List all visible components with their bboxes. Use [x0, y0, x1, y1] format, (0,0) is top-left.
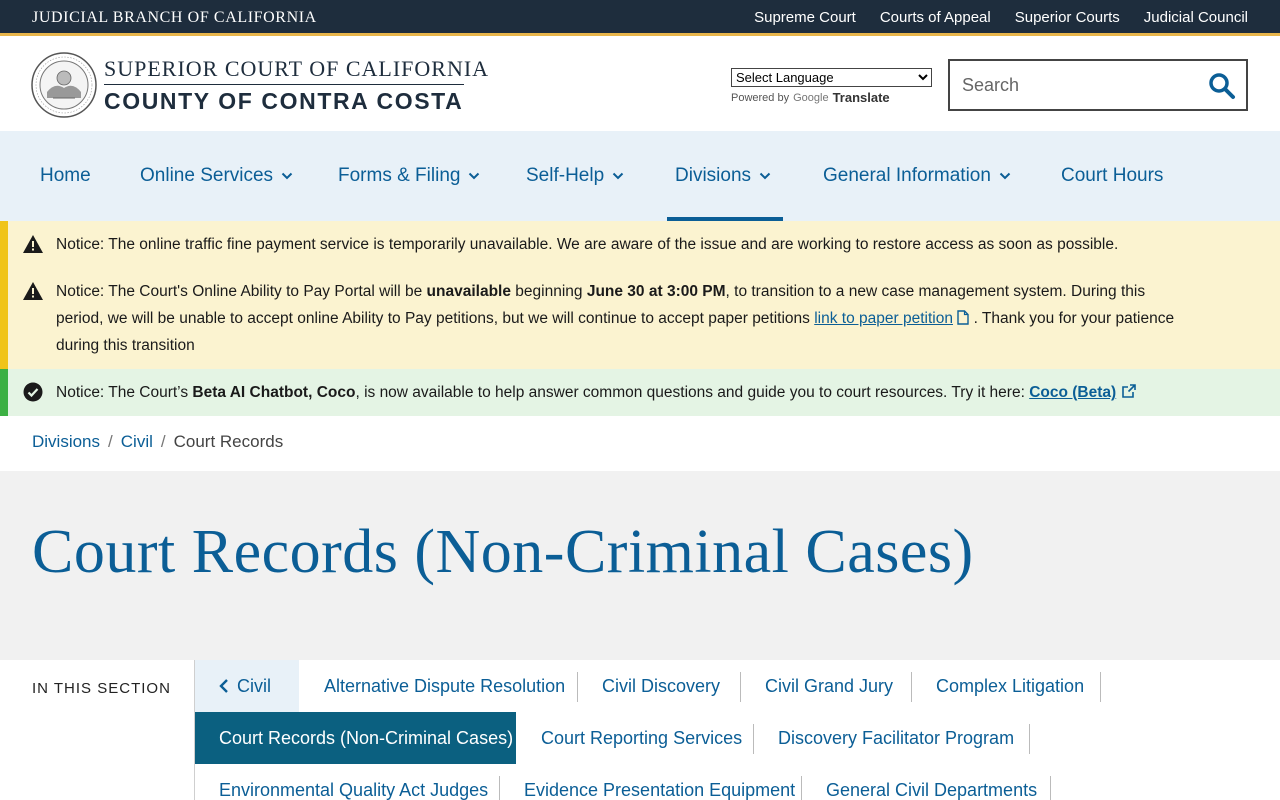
- search-input[interactable]: [962, 73, 1202, 97]
- language-select[interactable]: Select Language: [731, 68, 932, 87]
- top-links: Supreme Court Courts of Appeal Superior …: [754, 9, 1248, 26]
- nav-item-forms-filing[interactable]: Forms & Filing: [338, 131, 480, 221]
- breadcrumb: Divisions / Civil / Court Records: [32, 432, 283, 452]
- judicial-branch-brand: JUDICIAL BRANCH OF CALIFORNIA: [32, 9, 317, 26]
- search-icon[interactable]: [1208, 72, 1236, 100]
- section-link-evidence-presentation[interactable]: Evidence Presentation Equipment: [500, 764, 802, 800]
- court-seal-logo[interactable]: [31, 52, 97, 118]
- breadcrumb-separator: /: [160, 432, 166, 451]
- notice-text: Notice: The Court's Online Ability to Pa…: [56, 283, 1175, 354]
- court-title-line2: COUNTY OF CONTRA COSTA: [104, 88, 464, 114]
- section-back-civil[interactable]: Civil: [195, 660, 299, 712]
- language-selector: Select Language Powered by Google Transl…: [731, 68, 932, 105]
- site-header: SUPERIOR COURT OF CALIFORNIA COUNTY OF C…: [0, 39, 1280, 131]
- in-this-section-label: IN THIS SECTION: [32, 680, 171, 697]
- translate-link[interactable]: Translate: [833, 90, 890, 105]
- court-title-line1: SUPERIOR COURT OF CALIFORNIA: [104, 56, 490, 81]
- notice-ability-to-pay: Notice: The Court's Online Ability to Pa…: [0, 268, 1280, 369]
- nav-item-court-hours[interactable]: Court Hours: [1061, 131, 1163, 221]
- section-link-civil-discovery[interactable]: Civil Discovery: [578, 660, 741, 712]
- warning-icon: [23, 282, 43, 300]
- nav-item-divisions[interactable]: Divisions: [675, 131, 771, 221]
- nav-item-self-help[interactable]: Self-Help: [526, 131, 624, 221]
- breadcrumb-separator: /: [108, 432, 113, 451]
- section-link-general-civil[interactable]: General Civil Departments: [802, 764, 1051, 800]
- breadcrumb-divisions[interactable]: Divisions: [32, 432, 100, 452]
- top-link-judicial-council[interactable]: Judicial Council: [1144, 9, 1248, 26]
- notice-text: Notice: The online traffic fine payment …: [56, 236, 1119, 253]
- page-hero: Court Records (Non-Criminal Cases): [0, 471, 1280, 660]
- section-link-complex-litigation[interactable]: Complex Litigation: [912, 660, 1101, 712]
- section-link-court-records[interactable]: Court Records (Non-Criminal Cases): [195, 712, 516, 764]
- chevron-down-icon: [612, 172, 624, 180]
- notice-text: Notice: The Court’s Beta AI Chatbot, Coc…: [56, 379, 1196, 406]
- page-title: Court Records (Non-Criminal Cases): [32, 518, 974, 586]
- google-logo: Google: [793, 91, 829, 104]
- chevron-down-icon: [759, 172, 771, 180]
- title-rule: [104, 84, 464, 85]
- chevron-down-icon: [469, 172, 480, 180]
- notice-chatbot: Notice: The Court’s Beta AI Chatbot, Coc…: [0, 369, 1280, 416]
- nav-item-home[interactable]: Home: [40, 131, 91, 221]
- search-box: [948, 59, 1248, 111]
- top-utility-bar: JUDICIAL BRANCH OF CALIFORNIA Supreme Co…: [0, 0, 1280, 36]
- link-paper-petition[interactable]: link to paper petition: [814, 310, 953, 327]
- section-link-civil-grand-jury[interactable]: Civil Grand Jury: [741, 660, 912, 712]
- nav-item-general-information[interactable]: General Information: [823, 131, 1011, 221]
- chevron-down-icon: [281, 172, 293, 180]
- top-link-courts-of-appeal[interactable]: Courts of Appeal: [880, 9, 991, 26]
- warning-icon: [23, 235, 43, 253]
- section-link-court-reporting[interactable]: Court Reporting Services: [517, 712, 754, 764]
- powered-by-google: Powered by Google Translate: [731, 90, 890, 105]
- breadcrumb-current: Court Records: [173, 432, 284, 451]
- check-circle-icon: [23, 382, 43, 402]
- section-link-adr[interactable]: Alternative Dispute Resolution: [300, 660, 578, 712]
- main-nav: Home Online Services Forms & Filing Self…: [0, 131, 1280, 221]
- breadcrumb-civil[interactable]: Civil: [121, 432, 153, 452]
- section-link-environmental-quality[interactable]: Environmental Quality Act Judges: [195, 764, 500, 800]
- chevron-left-icon: [219, 679, 228, 693]
- external-link-icon: [1121, 384, 1136, 398]
- top-link-superior-courts[interactable]: Superior Courts: [1015, 9, 1120, 26]
- link-coco-beta[interactable]: Coco (Beta): [1029, 384, 1116, 401]
- section-link-discovery-facilitator[interactable]: Discovery Facilitator Program: [754, 712, 1030, 764]
- document-icon: [957, 310, 969, 325]
- notice-traffic-fine: Notice: The online traffic fine payment …: [0, 221, 1280, 268]
- nav-item-online-services[interactable]: Online Services: [140, 131, 293, 221]
- top-link-supreme-court[interactable]: Supreme Court: [754, 9, 856, 26]
- chevron-down-icon: [999, 172, 1011, 180]
